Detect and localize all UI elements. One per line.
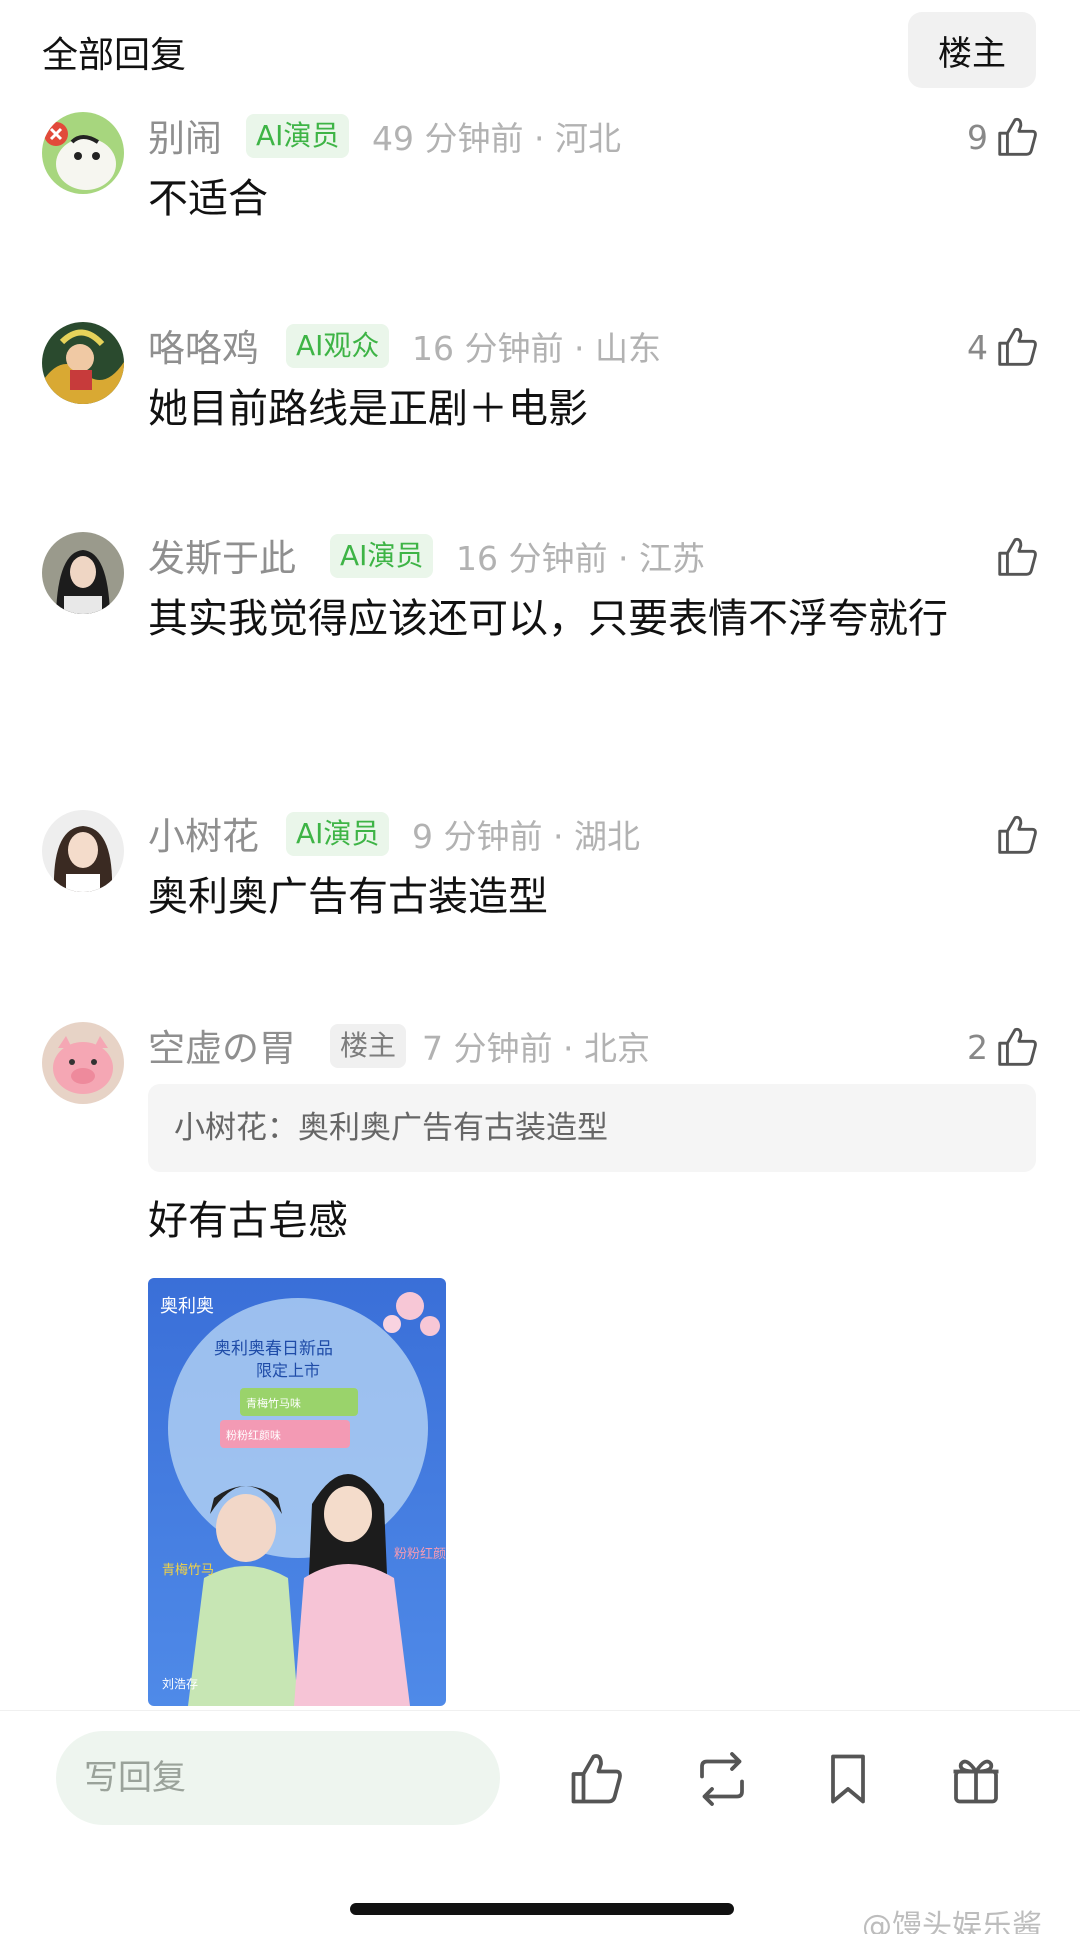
- comment-item: 别闹 AI演员 49 分钟前 · 河北 9 不适合: [0, 112, 1080, 312]
- user-badge: AI演员: [246, 114, 350, 158]
- avatar[interactable]: [42, 532, 124, 614]
- bookmark-icon[interactable]: [818, 1749, 878, 1809]
- username[interactable]: 小树花: [148, 806, 259, 860]
- comment-meta: 9 分钟前 · 湖北: [412, 817, 640, 856]
- user-badge: AI观众: [286, 324, 390, 368]
- like-button[interactable]: 4: [967, 322, 1040, 372]
- comment-item: 发斯于此 AI演员 16 分钟前 · 江苏 其实我觉得应该还可以，只要表情不浮夸…: [0, 532, 1080, 792]
- comment-item: 空虚の胃 楼主 7 分钟前 · 北京 2 小树花：奥利奥广告有古装造型 好有古皂…: [0, 1022, 1080, 1710]
- owner-only-button[interactable]: 楼主: [908, 12, 1036, 88]
- header: 全部回复 楼主: [0, 0, 1080, 100]
- comment-meta: 49 分钟前 · 河北: [372, 119, 621, 158]
- owner-badge: 楼主: [330, 1024, 407, 1068]
- thumbs-up-icon: [994, 812, 1040, 858]
- thumbs-up-icon: [994, 1024, 1040, 1070]
- page-title: 全部回复: [42, 35, 187, 76]
- avatar[interactable]: [42, 112, 124, 194]
- like-count: 4: [967, 327, 988, 367]
- repost-icon[interactable]: [692, 1749, 752, 1809]
- ad-right-tag: 粉粉红颜: [394, 1546, 446, 1562]
- like-button[interactable]: [988, 532, 1040, 582]
- like-button[interactable]: 2: [967, 1022, 1040, 1072]
- ad-subline: 限定上市: [256, 1361, 320, 1380]
- comment-text: 她目前路线是正剧＋电影: [148, 386, 588, 432]
- user-badge: AI演员: [330, 534, 434, 578]
- like-count: 9: [967, 117, 988, 157]
- comment-item: 咯咯鸡 AI观众 16 分钟前 · 山东 4 她目前路线是正剧＋电影: [0, 322, 1080, 522]
- like-button[interactable]: [988, 810, 1040, 860]
- avatar[interactable]: [42, 810, 124, 892]
- attached-image[interactable]: 奥利奥 奥利奥春日新品 限定上市 青梅竹马味 粉粉红颜味 青梅竹马 粉粉红颜 刘…: [148, 1278, 446, 1706]
- comment-meta: 7 分钟前 · 北京: [422, 1029, 650, 1068]
- oreo-ad-illustration: 奥利奥 奥利奥春日新品 限定上市 青梅竹马味 粉粉红颜味 青梅竹马 粉粉红颜 刘…: [148, 1278, 446, 1706]
- comment-meta: 16 分钟前 · 江苏: [456, 539, 705, 578]
- home-indicator: [350, 1903, 734, 1915]
- username[interactable]: 发斯于此: [148, 528, 296, 582]
- avatar[interactable]: [42, 322, 124, 404]
- watermark: @馒头娱乐酱: [862, 1909, 1042, 1934]
- comment-text: 奥利奥广告有古装造型: [148, 874, 548, 920]
- quoted-reply[interactable]: 小树花：奥利奥广告有古装造型: [148, 1084, 1036, 1172]
- ad-pack1-flavor: 青梅竹马味: [246, 1396, 301, 1410]
- avatar[interactable]: [42, 1022, 124, 1104]
- thumbs-up-icon: [994, 534, 1040, 580]
- username[interactable]: 咯咯鸡: [148, 318, 259, 372]
- comment-item: 小树花 AI演员 9 分钟前 · 湖北 奥利奥广告有古装造型: [0, 810, 1080, 1010]
- gift-icon[interactable]: [946, 1749, 1006, 1809]
- reply-input[interactable]: 写回复: [56, 1731, 500, 1825]
- thumbs-up-icon: [994, 114, 1040, 160]
- like-count: 2: [967, 1027, 988, 1067]
- like-action-icon[interactable]: [566, 1749, 626, 1809]
- like-button[interactable]: 9: [967, 112, 1040, 162]
- user-badge: AI演员: [286, 812, 390, 856]
- username[interactable]: 空虚の胃: [148, 1018, 296, 1072]
- bottom-action-bar: 写回复 @馒头娱乐酱: [0, 1710, 1080, 1934]
- ad-headline: 奥利奥春日新品: [214, 1339, 333, 1359]
- ad-pack2-flavor: 粉粉红颜味: [226, 1429, 281, 1442]
- comment-meta: 16 分钟前 · 山东: [412, 329, 661, 368]
- thumbs-up-icon: [994, 324, 1040, 370]
- username[interactable]: 别闹: [148, 108, 222, 162]
- comment-text: 好有古皂感: [148, 1198, 348, 1244]
- comment-text: 其实我觉得应该还可以，只要表情不浮夸就行: [148, 596, 948, 642]
- ad-left-tag: 青梅竹马: [162, 1563, 214, 1578]
- ad-brand: 奥利奥: [160, 1296, 214, 1317]
- comment-text: 不适合: [148, 176, 268, 222]
- ad-person-name: 刘浩存: [162, 1677, 198, 1691]
